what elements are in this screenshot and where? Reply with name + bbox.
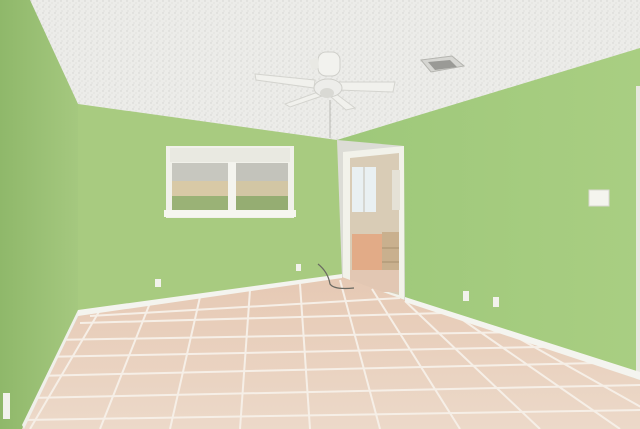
power-outlet-icon bbox=[155, 279, 161, 287]
power-outlet-icon bbox=[296, 264, 301, 271]
power-outlet-icon bbox=[3, 393, 10, 419]
power-outlet-icon bbox=[463, 291, 469, 301]
power-outlet-icon bbox=[493, 297, 499, 307]
room-photo bbox=[0, 0, 640, 429]
light-switch-icon bbox=[588, 189, 610, 207]
window-icon bbox=[164, 146, 296, 218]
doorway-icon bbox=[343, 146, 404, 300]
room-illustration bbox=[0, 0, 640, 429]
